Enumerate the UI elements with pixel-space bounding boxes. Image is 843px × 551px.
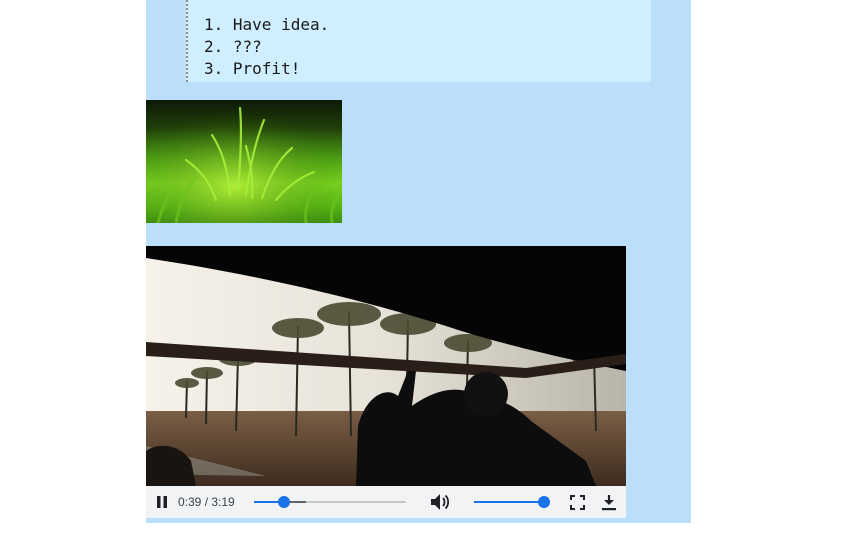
download-button[interactable] [598,486,620,518]
volume-slider[interactable] [474,501,544,503]
fullscreen-button[interactable] [566,486,588,518]
code-block: 1. Have idea. 2. ??? 3. Profit! [186,0,651,82]
code-list-item: 2. ??? [204,37,262,56]
progress-thumb[interactable] [277,496,290,508]
video-player[interactable]: 0:39 / 3:19 [146,246,626,518]
volume-button[interactable] [428,486,452,518]
video-controls: 0:39 / 3:19 [146,486,626,518]
time-display: 0:39 / 3:19 [178,495,235,509]
download-icon [602,494,616,510]
volume-thumb[interactable] [538,496,550,508]
grass-photo [146,100,342,223]
volume-icon [431,494,450,510]
code-list-item: 3. Profit! [204,59,301,78]
volume-level [474,501,544,503]
code-list: 1. Have idea. 2. ??? 3. Profit! [188,0,651,80]
play-pause-button[interactable] [152,486,172,518]
fullscreen-icon [569,494,585,510]
code-list-item: 1. Have idea. [204,15,330,34]
progress-slider[interactable] [254,501,406,503]
video-frame[interactable] [146,246,626,486]
grass-image [146,100,342,223]
pause-icon [157,496,167,508]
